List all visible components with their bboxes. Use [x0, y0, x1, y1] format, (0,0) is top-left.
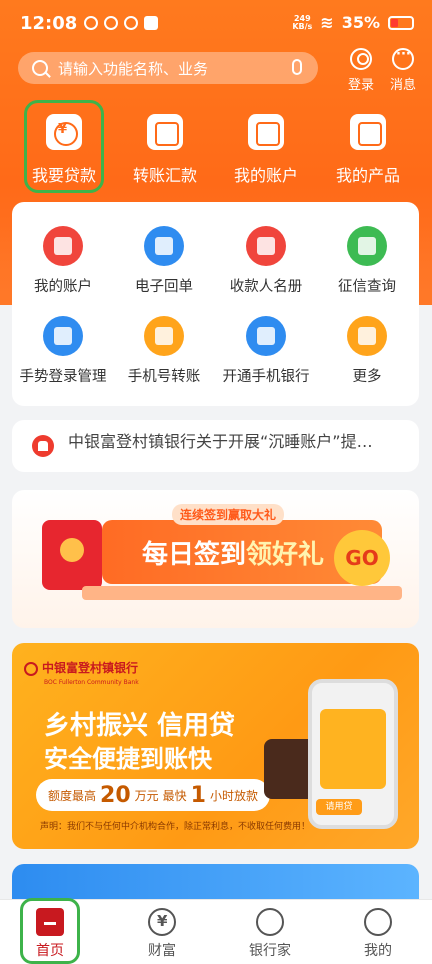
profile-icon — [364, 908, 392, 936]
use-loan-button: 请用贷 — [316, 799, 362, 815]
wifi-icon: ≋ — [320, 13, 334, 32]
bank-logo-icon — [24, 661, 38, 676]
search-placeholder: 请输入功能名称、业务 — [58, 59, 209, 78]
notification-icon — [84, 16, 98, 30]
network-speed: 249 KB/s — [292, 13, 313, 31]
wechat-icon — [104, 16, 118, 30]
tiktok-icon — [144, 16, 158, 30]
phone-transfer-icon — [144, 316, 184, 356]
go-button[interactable]: GO — [334, 530, 390, 586]
loan-highlight-box — [24, 100, 104, 193]
grid-item-phone-transfer[interactable]: 手机号转账 — [114, 316, 214, 386]
bank-logo: 中银富登村镇银行 — [24, 659, 138, 676]
status-app-icons — [84, 16, 158, 30]
status-bar: 12:08 249 KB/s ≋ 35% — [0, 0, 432, 46]
search-icon — [32, 60, 48, 76]
tab-wealth[interactable]: ¥ 财富 — [127, 908, 197, 960]
checkin-tag: 连续签到赢取大礼 — [172, 504, 285, 525]
function-grid: 我的账户 电子回单 收款人名册 征信查询 手势登录管理 手机号转账 开通手机银行… — [12, 202, 419, 406]
banker-icon — [256, 908, 284, 936]
user-icon — [350, 48, 372, 70]
battery-percent: 35% — [341, 13, 380, 32]
credit-icon — [347, 226, 387, 266]
tab-banker[interactable]: 银行家 — [235, 908, 305, 960]
checkin-title: 每日签到领好礼 — [142, 540, 325, 570]
announcement-icon — [32, 435, 54, 457]
shield-icon — [43, 316, 83, 356]
battery-icon — [388, 15, 414, 30]
banner-stage — [82, 586, 402, 600]
contacts-icon — [246, 226, 286, 266]
loan-terms-pill: 额度最高 20 万元 最快 1 小时放款 — [36, 779, 270, 811]
search-bar[interactable]: 请输入功能名称、业务 — [18, 52, 318, 84]
account-icon — [248, 114, 284, 150]
products-icon — [350, 114, 386, 150]
login-button[interactable]: 登录 — [341, 48, 381, 93]
quick-products[interactable]: 我的产品 — [318, 108, 418, 186]
wallet-icon — [43, 226, 83, 266]
transfer-icon — [147, 114, 183, 150]
red-envelope-icon — [42, 520, 102, 590]
mobile-bank-icon — [246, 316, 286, 356]
grid-item-open-mobile-bank[interactable]: 开通手机银行 — [216, 316, 316, 386]
status-time: 12:08 — [20, 13, 78, 34]
grid-item-e-receipt[interactable]: 电子回单 — [114, 226, 214, 296]
credit-loan-banner[interactable]: 中银富登村镇银行 BOC Fullerton Community Bank 乡村… — [12, 643, 419, 849]
grid-item-my-account[interactable]: 我的账户 — [13, 226, 113, 296]
banner-headline: 乡村振兴 信用贷 — [44, 711, 236, 741]
quick-account[interactable]: 我的账户 — [216, 108, 316, 186]
bank-logo-en: BOC Fullerton Community Bank — [44, 679, 139, 686]
banner-subheadline: 安全便捷到账快 — [44, 745, 212, 773]
grid-item-payee-list[interactable]: 收款人名册 — [216, 226, 316, 296]
app-icon — [124, 16, 138, 30]
notice-bar[interactable]: 中银富登村镇银行关于开展“沉睡账户”提… — [12, 420, 419, 472]
notice-text: 中银富登村镇银行关于开展“沉睡账户”提… — [68, 432, 373, 451]
grid-item-credit-query[interactable]: 征信查询 — [317, 226, 417, 296]
receipt-icon — [144, 226, 184, 266]
quick-transfer[interactable]: 转账汇款 — [115, 108, 215, 186]
microphone-icon[interactable] — [292, 59, 302, 75]
wealth-icon: ¥ — [148, 908, 176, 936]
grid-item-more[interactable]: 更多 — [317, 316, 417, 386]
checkin-banner[interactable]: 连续签到赢取大礼 每日签到领好礼 GO — [12, 490, 419, 628]
message-button[interactable]: 消息 — [383, 47, 423, 93]
chat-bubble-icon — [392, 47, 414, 70]
tab-profile[interactable]: 我的 — [343, 908, 413, 960]
home-tab-highlight-box — [20, 898, 80, 964]
more-grid-icon — [347, 316, 387, 356]
grid-item-gesture-login[interactable]: 手势登录管理 — [13, 316, 113, 386]
disclaimer: 声明：我们不与任何中介机构合作，除正常利息，不收取任何费用！ — [40, 822, 311, 832]
